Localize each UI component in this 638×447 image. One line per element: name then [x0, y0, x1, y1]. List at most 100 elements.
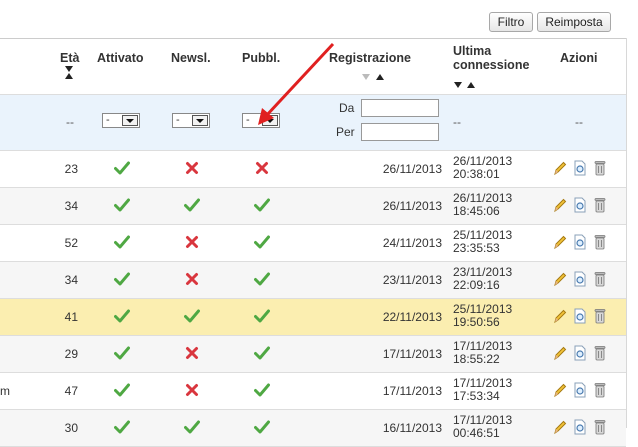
published-check-icon[interactable] — [253, 418, 271, 436]
column-newsletter[interactable]: Newsl. — [171, 51, 211, 65]
magnifier-page-icon[interactable] — [573, 345, 587, 361]
magnifier-page-icon[interactable] — [573, 382, 587, 398]
magnifier-page-icon[interactable] — [573, 271, 587, 287]
magnifier-page-icon[interactable] — [573, 234, 587, 250]
users-table: Età Attivato Newsl. Pubbl. Registrazione… — [0, 38, 626, 447]
trash-icon[interactable] — [594, 419, 608, 435]
table-row[interactable]: 34 23/11/2013 23/11/2013 22:09:16 — [0, 262, 626, 299]
sort-desc-icon[interactable] — [362, 74, 370, 80]
date-from-input[interactable] — [361, 99, 439, 117]
trash-icon[interactable] — [594, 160, 608, 176]
pencil-icon[interactable] — [553, 234, 567, 250]
column-last-login-line2: connessione — [453, 58, 530, 72]
trash-icon[interactable] — [594, 382, 608, 398]
sort-desc-icon[interactable] — [454, 82, 462, 88]
reset-button[interactable]: Reimposta — [537, 12, 611, 32]
row-registration-date: 24/11/2013 — [382, 236, 442, 250]
date-to-label: Per — [336, 125, 355, 139]
date-from-label: Da — [339, 101, 355, 115]
pencil-icon[interactable] — [553, 382, 567, 398]
row-last-login-date: 23/11/2013 — [453, 265, 513, 279]
filter-row: -- - - - Da Per -- -- — [0, 95, 626, 151]
published-check-icon[interactable] — [253, 233, 271, 251]
activated-check-icon[interactable] — [113, 270, 131, 288]
column-registration[interactable]: Registrazione — [329, 51, 411, 65]
newsletter-filter-select[interactable]: - — [172, 113, 210, 128]
newsletter-cross-icon[interactable] — [183, 159, 201, 177]
sort-desc-icon[interactable] — [65, 66, 73, 72]
activated-check-icon[interactable] — [113, 344, 131, 362]
trash-icon[interactable] — [594, 271, 608, 287]
published-check-icon[interactable] — [253, 196, 271, 214]
newsletter-cross-icon[interactable] — [183, 233, 201, 251]
activated-check-icon[interactable] — [113, 307, 131, 325]
pencil-icon[interactable] — [553, 345, 567, 361]
sort-asc-icon[interactable] — [467, 82, 476, 88]
row-age: 23 — [64, 162, 78, 176]
trash-icon[interactable] — [594, 308, 608, 324]
chevron-down-icon[interactable] — [122, 115, 138, 126]
magnifier-page-icon[interactable] — [573, 308, 587, 324]
magnifier-page-icon[interactable] — [573, 419, 587, 435]
pencil-icon[interactable] — [553, 271, 567, 287]
pencil-icon[interactable] — [553, 419, 567, 435]
row-registration-date: 17/11/2013 — [382, 347, 442, 361]
chevron-down-icon[interactable] — [192, 115, 208, 126]
table-row[interactable]: 23 26/11/2013 26/11/2013 20:38:01 — [0, 151, 626, 188]
trash-icon[interactable] — [594, 234, 608, 250]
table-header: Età Attivato Newsl. Pubbl. Registrazione… — [0, 39, 626, 95]
activated-filter-select[interactable]: - — [102, 113, 140, 128]
age-sort-arrows[interactable] — [65, 66, 73, 79]
activated-check-icon[interactable] — [113, 233, 131, 251]
sort-asc-icon[interactable] — [65, 73, 73, 79]
pencil-icon[interactable] — [553, 160, 567, 176]
table-row[interactable]: 52 24/11/2013 25/11/2013 23:35:53 — [0, 225, 626, 262]
published-filter-select[interactable]: - — [242, 113, 280, 128]
table-row[interactable]: 34 26/11/2013 26/11/2013 18:45:06 — [0, 188, 626, 225]
published-cross-icon[interactable] — [253, 159, 271, 177]
row-last-login-date: 17/11/2013 — [453, 413, 513, 427]
published-check-icon[interactable] — [253, 381, 271, 399]
row-last-login: 25/11/2013 23:35:53 — [453, 229, 512, 255]
trash-icon[interactable] — [594, 345, 608, 361]
column-published[interactable]: Pubbl. — [242, 51, 280, 65]
activated-check-icon[interactable] — [113, 418, 131, 436]
newsletter-cross-icon[interactable] — [183, 381, 201, 399]
activated-check-icon[interactable] — [113, 159, 131, 177]
filter-button[interactable]: Filtro — [489, 12, 533, 32]
activated-filter-value: - — [106, 114, 110, 126]
right-gutter — [626, 38, 638, 428]
row-age: 34 — [64, 199, 78, 213]
column-age[interactable]: Età — [60, 51, 79, 65]
published-check-icon[interactable] — [253, 344, 271, 362]
newsletter-check-icon[interactable] — [183, 196, 201, 214]
row-age: 30 — [64, 421, 78, 435]
newsletter-cross-icon[interactable] — [183, 344, 201, 362]
last-login-sort-arrows[interactable] — [454, 77, 476, 91]
registration-sort-arrows[interactable] — [362, 69, 385, 83]
newsletter-filter-value: - — [176, 114, 180, 126]
pencil-icon[interactable] — [553, 308, 567, 324]
newsletter-check-icon[interactable] — [183, 418, 201, 436]
published-check-icon[interactable] — [253, 307, 271, 325]
activated-check-icon[interactable] — [113, 196, 131, 214]
table-row[interactable]: 41 22/11/2013 25/11/2013 19:50:56 — [0, 299, 626, 336]
pencil-icon[interactable] — [553, 197, 567, 213]
column-last-login[interactable]: Ultima connessione — [453, 44, 529, 72]
magnifier-page-icon[interactable] — [573, 197, 587, 213]
table-row[interactable]: 30 16/11/2013 17/11/2013 00:46:51 — [0, 410, 626, 447]
newsletter-check-icon[interactable] — [183, 307, 201, 325]
magnifier-page-icon[interactable] — [573, 160, 587, 176]
date-to-input[interactable] — [361, 123, 439, 141]
sort-asc-icon[interactable] — [376, 74, 385, 80]
trash-icon[interactable] — [594, 197, 608, 213]
published-check-icon[interactable] — [253, 270, 271, 288]
activated-check-icon[interactable] — [113, 381, 131, 399]
chevron-down-icon[interactable] — [262, 115, 278, 126]
table-row[interactable]: 29 17/11/2013 17/11/2013 18:55:22 — [0, 336, 626, 373]
row-registration-date: 22/11/2013 — [382, 310, 442, 324]
table-row[interactable]: m 47 17/11/2013 17/11/2013 17:53:34 — [0, 373, 626, 410]
column-activated[interactable]: Attivato — [97, 51, 144, 65]
published-filter-value: - — [246, 114, 250, 126]
newsletter-cross-icon[interactable] — [183, 270, 201, 288]
